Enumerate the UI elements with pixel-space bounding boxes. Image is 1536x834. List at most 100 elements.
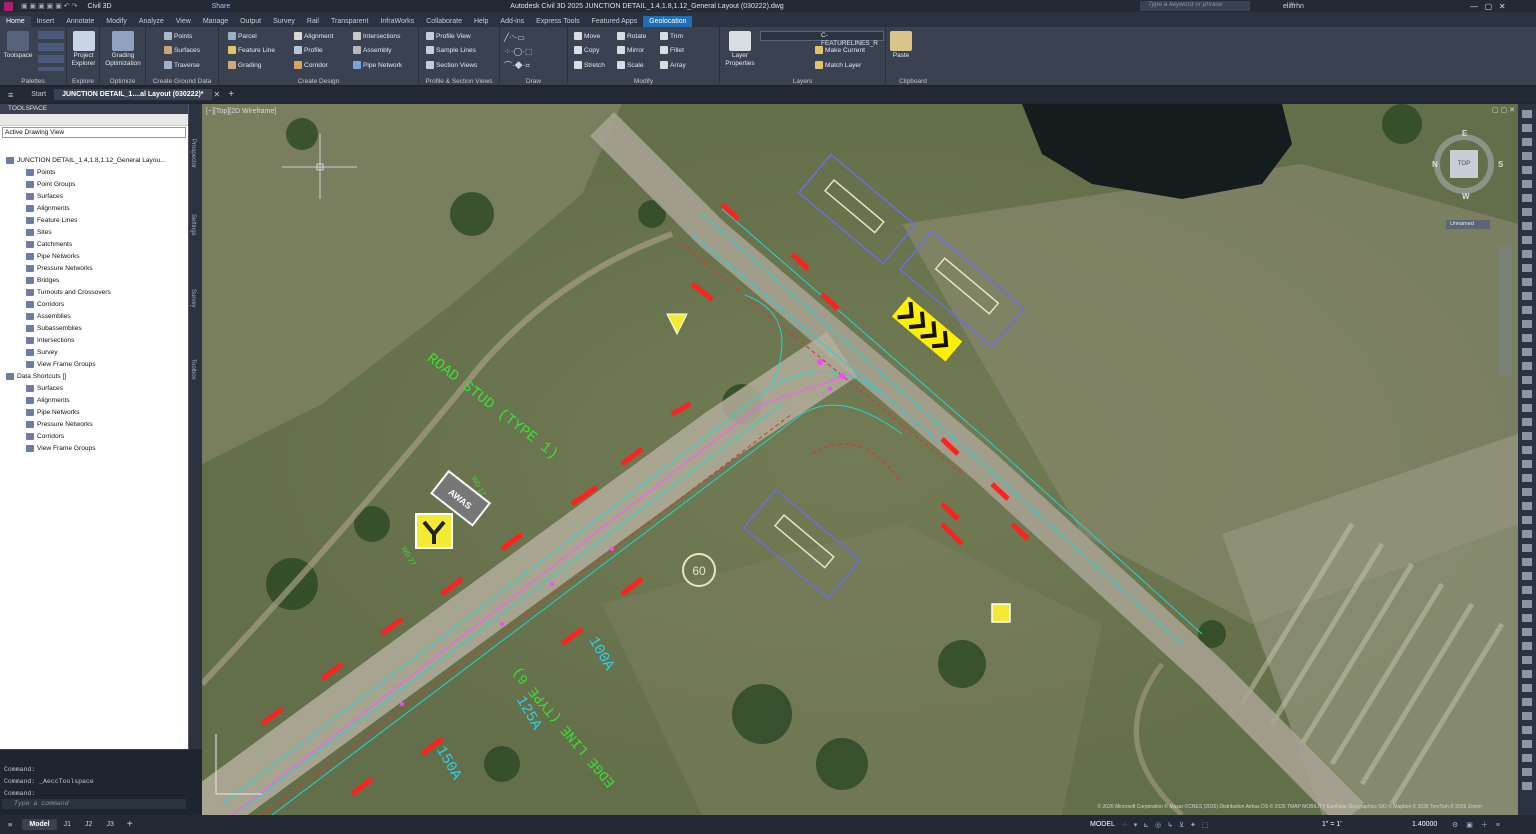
tree-root-drawing[interactable]: JUNCTION DETAIL_1.4,1.8,1.12_General Lay… <box>6 157 166 164</box>
layout-menu-icon[interactable]: ≡ <box>8 820 12 829</box>
tree-item-turnouts-and-crossovers[interactable]: Turnouts and Crossovers <box>26 289 111 296</box>
new-layout-icon[interactable]: + <box>127 819 133 830</box>
close-tab-icon[interactable]: ✕ <box>214 90 221 99</box>
side-tab-toolbox[interactable]: Toolbox <box>190 359 196 380</box>
ribbon-tab-collaborate[interactable]: Collaborate <box>420 16 468 27</box>
traverse-button[interactable]: Traverse <box>164 61 200 69</box>
right-toolbar[interactable] <box>1518 104 1536 815</box>
command-input[interactable]: Type a command <box>2 799 186 809</box>
share-button[interactable]: Share <box>212 3 231 10</box>
tree-ds-item-view-frame-groups[interactable]: View Frame Groups <box>26 445 96 452</box>
status-right-icons[interactable]: ⚙ ▣ ＋ ≡ <box>1452 820 1503 830</box>
layout-tab-j2[interactable]: J2 <box>78 819 99 830</box>
ribbon-tab-insert[interactable]: Insert <box>31 16 61 27</box>
tree-item-pipe-networks[interactable]: Pipe Networks <box>26 253 80 260</box>
assembly-button[interactable]: Assembly <box>353 46 392 54</box>
tree-data-shortcuts[interactable]: Data Shortcuts [] <box>6 373 66 380</box>
stretch-button[interactable]: Stretch <box>574 61 605 69</box>
ribbon-tab-annotate[interactable]: Annotate <box>60 16 100 27</box>
ribbon-tab-express-tools[interactable]: Express Tools <box>530 16 585 27</box>
array-button[interactable]: Array <box>660 61 686 69</box>
sample-lines-button[interactable]: Sample Lines <box>426 46 476 54</box>
viewcube[interactable]: TOP E N S W Unnamed <box>1432 124 1503 244</box>
menu-icon[interactable]: ≡ <box>8 90 13 100</box>
make-current-button[interactable]: Make Current <box>815 46 865 54</box>
ribbon-tab-home[interactable]: Home <box>0 16 31 27</box>
toolspace-button[interactable]: Toolspace <box>2 29 34 60</box>
feature-line-button[interactable]: Feature Line <box>228 46 275 54</box>
tree-ds-item-corridors[interactable]: Corridors <box>26 433 64 440</box>
surfaces-button[interactable]: Surfaces <box>164 46 200 54</box>
paste-button[interactable]: Paste <box>886 29 916 60</box>
drawing-tab[interactable]: JUNCTION DETAIL_1....al Layout (030222)* <box>54 89 212 100</box>
model-space-button[interactable]: MODEL <box>1090 821 1115 828</box>
tree-item-pressure-networks[interactable]: Pressure Networks <box>26 265 93 272</box>
tree-item-sites[interactable]: Sites <box>26 229 52 236</box>
tree-item-points[interactable]: Points <box>26 169 55 176</box>
palettes-panel-title[interactable]: Palettes <box>0 78 66 85</box>
layers-panel-title[interactable]: Layers <box>720 78 885 85</box>
tree-item-intersections[interactable]: Intersections <box>26 337 74 344</box>
search-input[interactable]: Type a keyword or phrase <box>1140 1 1250 11</box>
tree-item-surfaces[interactable]: Surfaces <box>26 193 63 200</box>
ribbon-tab-view[interactable]: View <box>170 16 197 27</box>
ribbon-tab-featured-apps[interactable]: Featured Apps <box>586 16 644 27</box>
pipe-network-button[interactable]: Pipe Network <box>353 61 402 69</box>
create-design-panel-title[interactable]: Create Design <box>219 78 418 85</box>
ribbon-tab-rail[interactable]: Rail <box>301 16 325 27</box>
tree-item-corridors[interactable]: Corridors <box>26 301 64 308</box>
user-name[interactable]: eliffrhn <box>1283 3 1304 10</box>
trim-button[interactable]: Trim <box>660 32 683 40</box>
app-logo-icon[interactable] <box>4 1 13 11</box>
tree-ds-item-pipe-networks[interactable]: Pipe Networks <box>26 409 80 416</box>
intersections-button[interactable]: Intersections <box>353 32 400 40</box>
profile-button[interactable]: Profile <box>294 46 323 54</box>
side-tab-prospector[interactable]: Prospector <box>190 139 196 168</box>
navigation-bar[interactable] <box>1498 244 1512 376</box>
start-tab[interactable]: Start <box>23 89 54 100</box>
window-controls[interactable]: — ▢ ✕ <box>1470 2 1506 11</box>
draw-tools-icons[interactable]: ╱·◝·▭ ⁘·◯·⬚ ⌒·◆·⌗ <box>504 31 564 73</box>
viewcube-top-face[interactable]: TOP <box>1450 150 1478 178</box>
ribbon-tab-survey[interactable]: Survey <box>267 16 301 27</box>
drawing-viewport[interactable]: AWAS 60 ROAD STUD (TYPE 1) EDGE LINE (TY… <box>202 104 1518 815</box>
layout-tab-j1[interactable]: J1 <box>57 819 78 830</box>
mirror-button[interactable]: Mirror <box>617 46 644 54</box>
ribbon-tab-manage[interactable]: Manage <box>197 16 234 27</box>
ribbon-tab-infraworks[interactable]: InfraWorks <box>374 16 420 27</box>
side-tab-settings[interactable]: Settings <box>190 214 196 236</box>
match-layer-button[interactable]: Match Layer <box>815 61 861 69</box>
rotate-button[interactable]: Rotate <box>617 32 646 40</box>
modify-panel-title[interactable]: Modify <box>568 78 719 85</box>
tree-item-assemblies[interactable]: Assemblies <box>26 313 71 320</box>
layer-selector[interactable]: C-FEATURELINES_R <box>760 31 884 47</box>
zoom-value[interactable]: 1.40000 <box>1412 821 1437 828</box>
ucs-menu[interactable]: Unnamed <box>1446 220 1490 229</box>
annotation-scale[interactable]: 1" = 1' <box>1322 821 1342 828</box>
profile-view-button[interactable]: Profile View <box>426 32 471 40</box>
tree-ds-item-alignments[interactable]: Alignments <box>26 397 70 404</box>
corridor-button[interactable]: Corridor <box>294 61 328 69</box>
viewport-controls-label[interactable]: [−][Top][2D Wireframe] <box>206 108 276 115</box>
tree-item-point-groups[interactable]: Point Groups <box>26 181 75 188</box>
side-tab-survey[interactable]: Survey <box>190 289 196 308</box>
tree-ds-item-pressure-networks[interactable]: Pressure Networks <box>26 421 93 428</box>
fillet-button[interactable]: Fillet <box>660 46 684 54</box>
tree-item-survey[interactable]: Survey <box>26 349 58 356</box>
tree-item-bridges[interactable]: Bridges <box>26 277 59 284</box>
alignment-button[interactable]: Alignment <box>294 32 333 40</box>
tree-item-catchments[interactable]: Catchments <box>26 241 72 248</box>
new-tab-icon[interactable]: + <box>228 89 234 100</box>
quick-access-toolbar[interactable]: ▣ ▣ ▣ ▣ ▣ ↶ ↷ <box>21 2 77 10</box>
tree-item-feature-lines[interactable]: Feature Lines <box>26 217 77 224</box>
right-toolbar-icons[interactable] <box>1522 110 1532 790</box>
tree-item-subassemblies[interactable]: Subassemblies <box>26 325 82 332</box>
points-button[interactable]: Points <box>164 32 192 40</box>
scale-button[interactable]: Scale <box>617 61 644 69</box>
ribbon-tab-output[interactable]: Output <box>234 16 267 27</box>
toolspace-toolbar[interactable] <box>0 114 188 126</box>
view-selector[interactable]: Active Drawing View <box>2 127 186 138</box>
parcel-button[interactable]: Parcel <box>228 32 257 40</box>
create-ground-data-panel-title[interactable]: Create Ground Data <box>146 78 218 85</box>
draw-panel-title[interactable]: Draw <box>500 78 567 85</box>
